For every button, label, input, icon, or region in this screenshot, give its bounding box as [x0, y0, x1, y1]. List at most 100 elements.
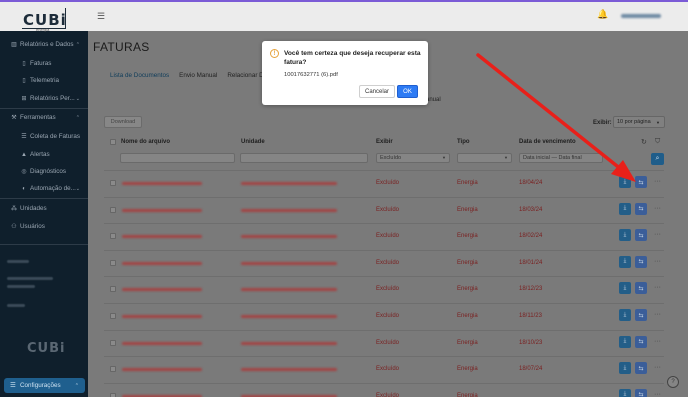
more-options-icon[interactable]: ··· [654, 311, 661, 318]
recover-row-button[interactable]: ⇆ [635, 255, 647, 268]
table-row[interactable]: Excluído Energia ⤓ ⇆ ··· [104, 382, 664, 397]
more-options-icon[interactable]: ··· [654, 338, 661, 345]
sidebar-item-label: Alertas [30, 151, 50, 158]
sidebar-item-telemetria[interactable]: ▯ Telemetria [0, 73, 88, 88]
unit-name-redacted [241, 182, 337, 185]
table-row[interactable]: Excluído Energia 18/12/23 ⤓ ⇆ ··· [104, 276, 664, 302]
ok-button[interactable]: OK [397, 85, 418, 98]
sidebar-item-usuarios[interactable]: ⚇ Usuários [0, 219, 88, 234]
row-checkbox[interactable] [110, 366, 116, 373]
recover-row-button[interactable]: ⇆ [635, 282, 647, 295]
table-row[interactable]: Excluído Energia 18/01/24 ⤓ ⇆ ··· [104, 249, 664, 276]
recover-row-button[interactable]: ⇆ [635, 309, 647, 321]
recover-row-button[interactable]: ⇆ [635, 202, 647, 215]
document-icon: ▯ [22, 61, 26, 67]
page-size-select[interactable]: 10 por página ▼ [613, 116, 665, 128]
sidebar-item-relatorios-per[interactable]: ⊞ Relatórios Per... ⌄ [0, 91, 88, 106]
col-data-vencimento[interactable]: Data de vencimento [519, 139, 576, 145]
cancel-button[interactable]: Cancelar [359, 85, 395, 98]
table-row[interactable]: Excluído Energia 18/10/23 ⤓ ⇆ ··· [104, 329, 664, 356]
more-options-icon[interactable]: ··· [654, 205, 661, 212]
download-row-button[interactable]: ⤓ [619, 255, 631, 268]
row-checkbox[interactable] [110, 392, 116, 397]
user-name-redacted[interactable] [621, 14, 661, 18]
recover-row-button[interactable]: ⇆ [635, 362, 647, 375]
filter-tipo-select[interactable]: ▼ [457, 153, 512, 163]
recover-row-button[interactable]: ⇆ [635, 388, 647, 397]
sidebar-item-unidades[interactable]: ⁂ Unidades [0, 201, 88, 216]
search-button[interactable]: ⌕ [651, 153, 664, 165]
row-data: 18/07/24 [519, 366, 543, 373]
select-all-checkbox[interactable] [110, 139, 116, 145]
more-options-icon[interactable]: ··· [654, 391, 661, 397]
download-icon: ⤓ [623, 205, 627, 212]
download-row-button[interactable]: ⤓ [619, 362, 631, 375]
download-row-button[interactable]: ⤓ [619, 309, 631, 321]
col-exibir[interactable]: Exibir [376, 139, 393, 145]
help-icon[interactable]: ? [667, 376, 679, 388]
tab-lista-documentos[interactable]: Lista de Documentos [110, 72, 169, 79]
table-row[interactable]: Excluído Energia 18/03/24 ⤓ ⇆ ··· [104, 196, 664, 223]
more-options-icon[interactable]: ··· [654, 258, 661, 265]
filter-icon[interactable]: ⛉ [655, 138, 660, 146]
download-row-button[interactable]: ⤓ [619, 176, 631, 188]
sidebar-item-ferramentas[interactable]: ⚒ Ferramentas ⌃ [0, 110, 88, 125]
download-row-button[interactable]: ⤓ [619, 229, 631, 242]
recover-row-button[interactable]: ⇆ [635, 176, 647, 188]
download-icon: ⤓ [623, 311, 627, 318]
table-row[interactable]: Excluído Energia 18/07/24 ⤓ ⇆ ··· [104, 356, 664, 382]
table-row[interactable]: Excluído Energia 18/04/24 ⤓ ⇆ ··· [104, 170, 664, 196]
filter-exibir-value: Excluído [380, 155, 402, 161]
sidebar-item-coleta[interactable]: ☰ Coleta de Faturas [0, 129, 88, 144]
download-button[interactable]: Download [104, 116, 142, 128]
row-checkbox[interactable] [110, 286, 116, 293]
more-options-icon[interactable]: ··· [654, 178, 661, 185]
col-tipo[interactable]: Tipo [457, 139, 470, 145]
more-options-icon[interactable]: ··· [654, 364, 661, 371]
more-options-icon[interactable]: ··· [654, 284, 661, 291]
subtab-manual[interactable]: anual [426, 97, 441, 103]
refresh-icon[interactable]: ↻ [641, 138, 647, 146]
recover-row-button[interactable]: ⇆ [635, 335, 647, 348]
date-start-placeholder: Data inicial [523, 155, 550, 161]
filter-exibir-select[interactable]: Excluído ▼ [376, 153, 450, 163]
date-end-placeholder: Data final [558, 155, 582, 161]
recover-row-button[interactable]: ⇆ [635, 229, 647, 242]
sidebar-item-label: Relatórios Per... [30, 95, 75, 102]
download-row-button[interactable]: ⤓ [619, 335, 631, 348]
row-checkbox[interactable] [110, 180, 116, 186]
download-row-button[interactable]: ⤓ [619, 282, 631, 295]
sidebar-item-alertas[interactable]: ▲ Alertas [0, 147, 88, 162]
row-exibir: Excluído [376, 259, 400, 266]
sidebar-item-faturas[interactable]: ▯ Faturas [0, 56, 88, 71]
download-row-button[interactable]: ⤓ [619, 388, 631, 397]
filter-date-range[interactable]: Data inicial — Data final [519, 153, 603, 163]
divider [0, 108, 88, 109]
table-row[interactable]: Excluído Energia 18/02/24 ⤓ ⇆ ··· [104, 223, 664, 249]
row-checkbox[interactable] [110, 233, 116, 240]
row-checkbox[interactable] [110, 259, 116, 266]
row-data: 18/01/24 [519, 259, 543, 266]
sidebar-item-relatorios[interactable]: ▥ Relatórios e Dados ⌃ [0, 37, 88, 52]
sidebar-item-diagnosticos[interactable]: ◎ Diagnósticos [0, 164, 88, 179]
config-button[interactable]: ☰ Configurações ⌃ [4, 378, 85, 393]
more-options-icon[interactable]: ··· [654, 231, 661, 238]
filter-unidade-input[interactable] [240, 153, 368, 163]
tab-envio-manual[interactable]: Envio Manual [179, 72, 217, 79]
logo-area: CUBi energia [0, 2, 88, 32]
menu-icon[interactable]: ☰ [97, 11, 105, 22]
document-icon: ▯ [22, 78, 26, 84]
download-row-button[interactable]: ⤓ [619, 202, 631, 215]
chevron-down-icon: ▼ [442, 155, 446, 160]
bell-icon[interactable]: 🔔 [597, 9, 608, 20]
row-checkbox[interactable] [110, 206, 116, 213]
file-name-redacted [122, 315, 202, 318]
row-checkbox[interactable] [110, 313, 116, 319]
col-unidade[interactable]: Unidade [241, 139, 265, 145]
file-name-redacted [122, 261, 202, 265]
table-row[interactable]: Excluído Energia 18/11/23 ⤓ ⇆ ··· [104, 303, 664, 329]
row-checkbox[interactable] [110, 339, 116, 346]
sidebar-item-automacao[interactable]: ◐ Automação de... ⌄ [0, 181, 88, 196]
col-nome-arquivo[interactable]: Nome do arquivo [121, 139, 170, 145]
filter-nome-input[interactable] [120, 153, 235, 163]
